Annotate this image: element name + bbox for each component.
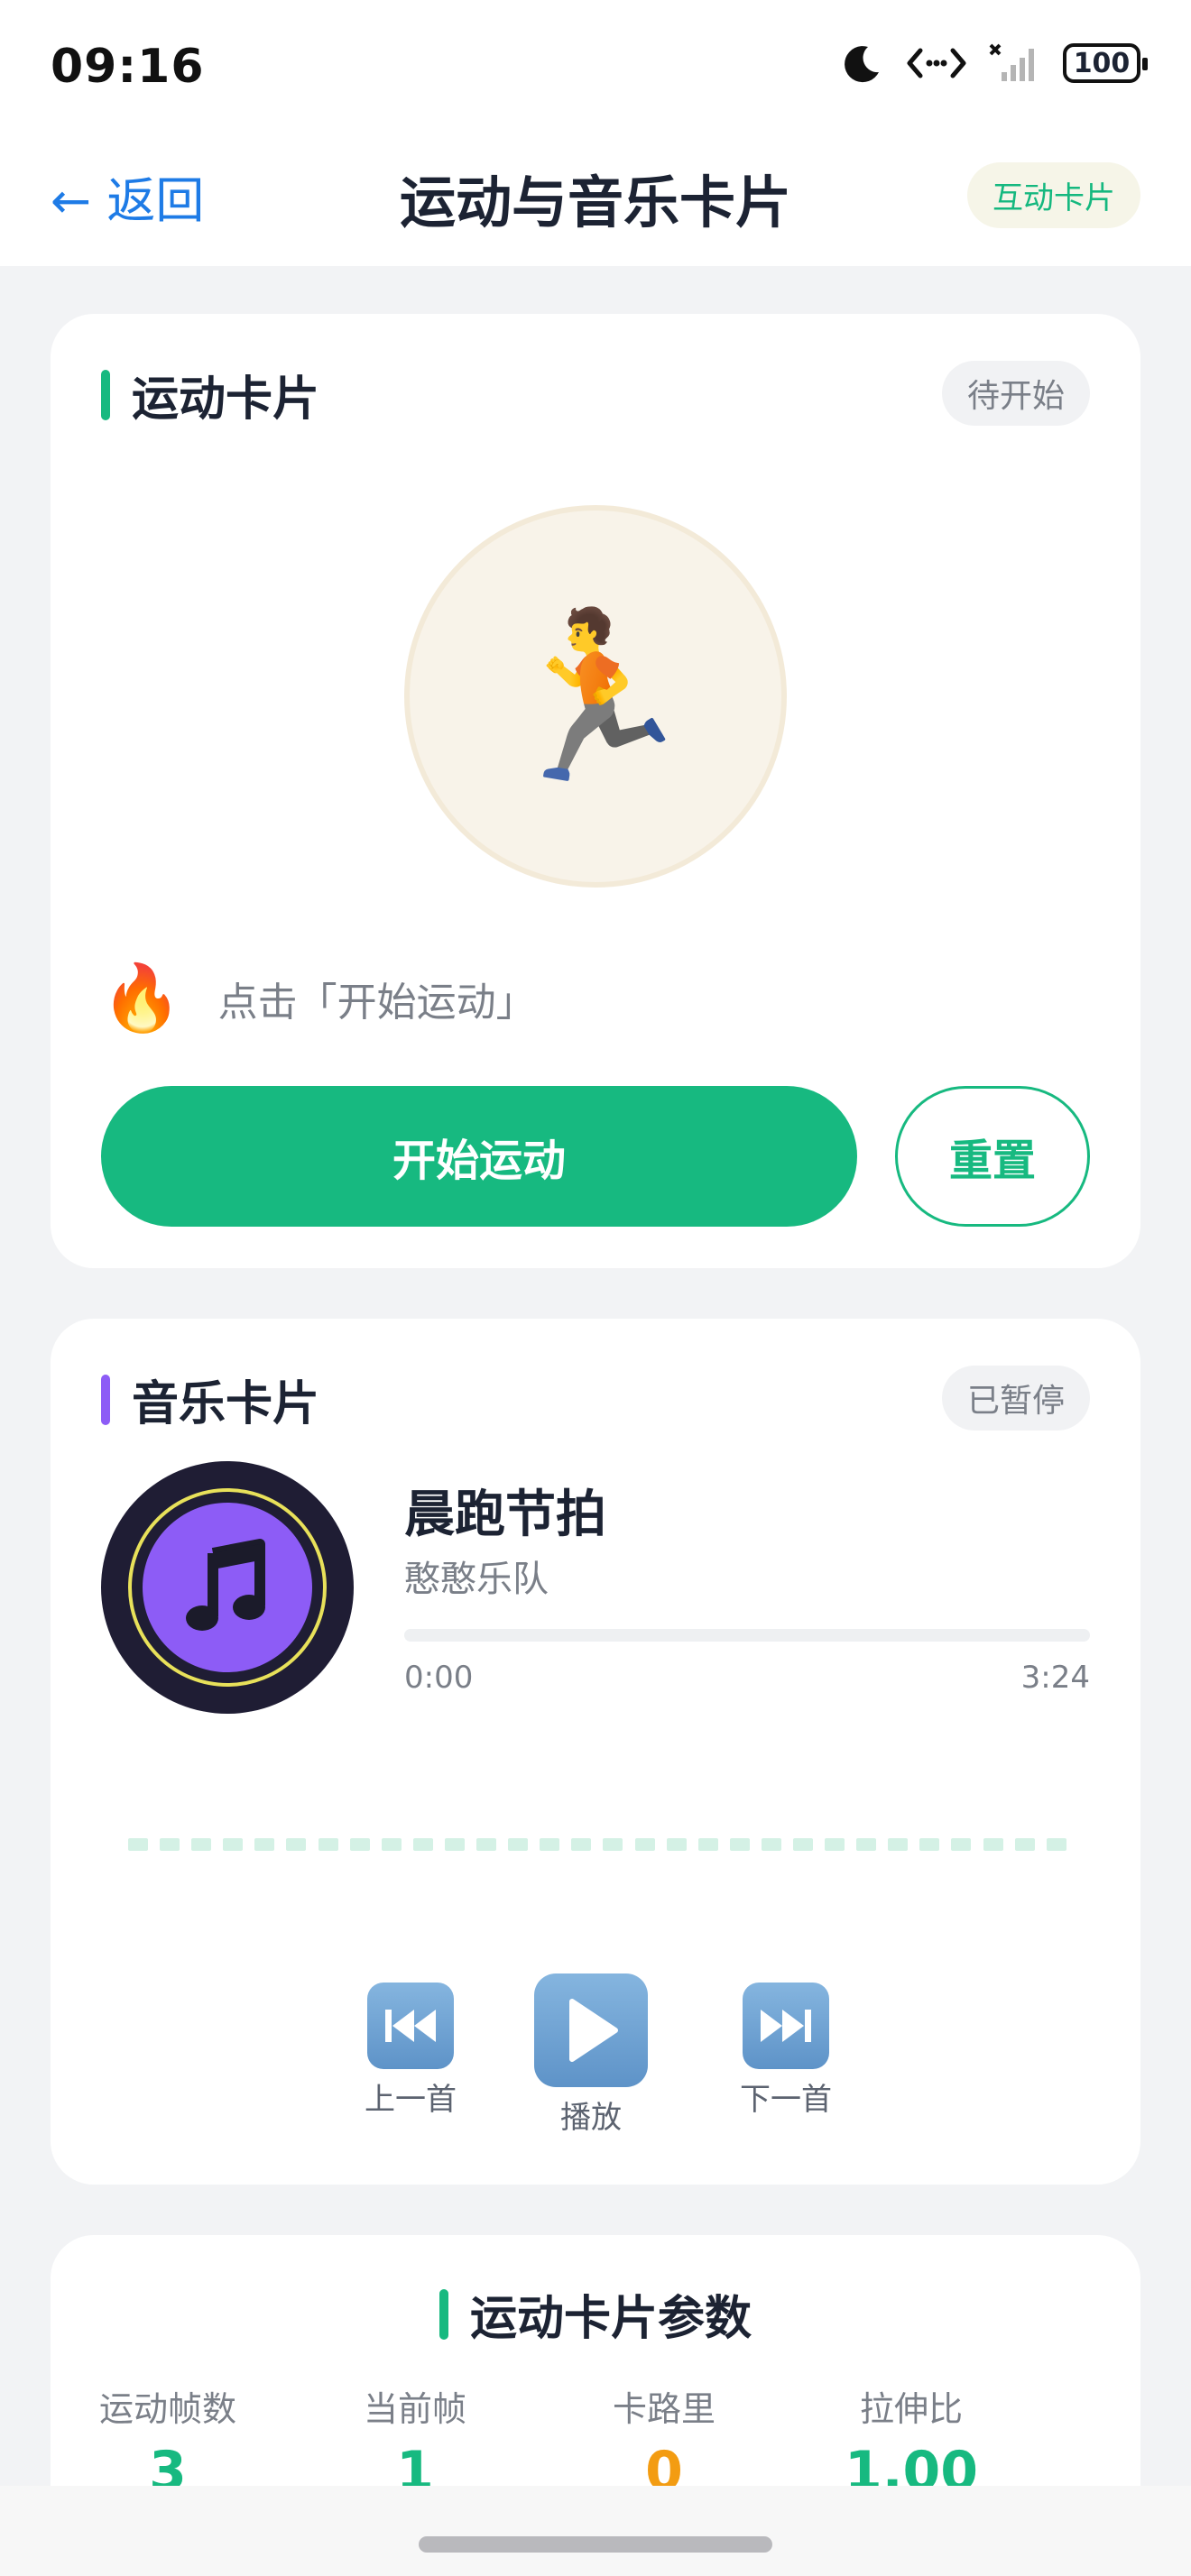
play-label: 播放: [560, 2100, 622, 2136]
wave-bar: [825, 1838, 845, 1851]
wave-bar: [160, 1838, 180, 1851]
disc-ring: [128, 1488, 327, 1687]
album-disc: [101, 1461, 354, 1714]
wave-bar: [983, 1838, 1003, 1851]
wave-bar: [191, 1838, 212, 1851]
wave-bar: [919, 1838, 940, 1851]
param-frame-count: 运动帧数 3: [60, 2381, 276, 2503]
sport-card-title: 运动卡片: [132, 373, 320, 427]
battery-icon: 100: [1063, 43, 1148, 83]
home-indicator[interactable]: [419, 2536, 772, 2553]
param-label: 运动帧数: [98, 2389, 236, 2429]
bottom-safe-area: [0, 2486, 1191, 2576]
next-icon: [743, 1983, 829, 2069]
wave-bar: [603, 1838, 623, 1851]
wave-bar: [223, 1838, 244, 1851]
sport-hint: 🔥 点击「开始运动」: [101, 960, 536, 1036]
params-card-header: 运动卡片参数: [51, 2280, 1140, 2348]
play-icon: [534, 1973, 648, 2087]
wave-bar: [540, 1838, 560, 1851]
wave-bar: [128, 1838, 148, 1851]
battery-level: 100: [1073, 47, 1131, 79]
params-card-title: 运动卡片参数: [469, 2292, 752, 2346]
total-time: 3:24: [1020, 1660, 1090, 1696]
wave-bar: [318, 1838, 338, 1851]
audio-waveform: [128, 1838, 1066, 1853]
wave-bar: [571, 1838, 592, 1851]
wave-bar: [697, 1838, 718, 1851]
next-label: 下一首: [740, 2082, 832, 2118]
runner-icon: 🏃: [494, 602, 697, 791]
param-calories: 卡路里 0: [556, 2381, 772, 2503]
accent-bar: [439, 2288, 448, 2340]
music-status-badge: 已暂停: [941, 1366, 1090, 1431]
current-time: 0:00: [404, 1660, 474, 1696]
disc-center: [143, 1503, 312, 1672]
status-icons: 100: [841, 41, 1148, 85]
wave-bar: [381, 1838, 402, 1851]
data-sync-icon: [907, 48, 966, 78]
nav-bar: ← 返回 运动与音乐卡片 互动卡片: [0, 135, 1191, 266]
song-artist: 憨憨乐队: [404, 1559, 549, 1600]
previous-track-button[interactable]: 上一首: [365, 1983, 457, 2119]
wave-bar: [1014, 1838, 1035, 1851]
next-track-button[interactable]: 下一首: [740, 1983, 832, 2119]
wave-bar: [888, 1838, 909, 1851]
wave-bar: [508, 1838, 529, 1851]
previous-icon: [367, 1983, 454, 2069]
wave-bar: [349, 1838, 370, 1851]
wave-bar: [761, 1838, 781, 1851]
wave-bar: [286, 1838, 307, 1851]
sport-card: 运动卡片 待开始 🏃 🔥 点击「开始运动」 开始运动 重置: [51, 314, 1140, 1268]
sport-card-header: 运动卡片: [101, 361, 319, 428]
moon-icon: [845, 46, 879, 83]
play-button[interactable]: 播放: [534, 1973, 648, 2137]
param-label: 拉伸比: [859, 2389, 963, 2429]
wave-bar: [856, 1838, 877, 1851]
wave-bar: [254, 1838, 275, 1851]
param-stretch-ratio: 拉伸比 1.00: [803, 2381, 1020, 2503]
music-note-icon: [186, 1539, 265, 1631]
param-current-frame: 当前帧 1: [307, 2381, 523, 2503]
accent-bar: [101, 1374, 110, 1425]
start-exercise-button[interactable]: 开始运动: [101, 1086, 857, 1227]
sport-status-badge: 待开始: [941, 361, 1090, 426]
wave-bar: [729, 1838, 750, 1851]
wave-bar: [666, 1838, 687, 1851]
wave-bar: [444, 1838, 465, 1851]
music-card-title: 音乐卡片: [132, 1377, 320, 1431]
music-card-header: 音乐卡片: [101, 1366, 319, 1433]
param-label: 当前帧: [363, 2389, 466, 2429]
signal-icon: [989, 43, 1034, 81]
music-card: 音乐卡片 已暂停 晨跑节拍 憨憨乐队 0:00 3:24 上一首 播放 下一首: [51, 1319, 1140, 2185]
wave-bar: [792, 1838, 813, 1851]
param-label: 卡路里: [612, 2389, 716, 2429]
wave-bar: [1046, 1838, 1066, 1851]
wave-bar: [476, 1838, 497, 1851]
fire-icon: 🔥: [101, 960, 182, 1035]
playback-controls: 上一首 播放 下一首: [51, 1973, 1140, 2163]
reset-button[interactable]: 重置: [895, 1086, 1090, 1227]
status-bar: 09:16 100: [0, 0, 1191, 135]
previous-label: 上一首: [365, 2082, 457, 2118]
song-title: 晨跑节拍: [404, 1486, 606, 1544]
playback-progress[interactable]: [404, 1629, 1090, 1642]
sport-hint-text: 点击「开始运动」: [217, 979, 536, 1026]
card-type-tag: 互动卡片: [967, 162, 1140, 228]
status-time: 09:16: [51, 40, 205, 94]
wave-bar: [951, 1838, 972, 1851]
wave-bar: [412, 1838, 433, 1851]
wave-bar: [634, 1838, 655, 1851]
runner-avatar: 🏃: [404, 505, 787, 888]
accent-bar: [101, 369, 110, 420]
